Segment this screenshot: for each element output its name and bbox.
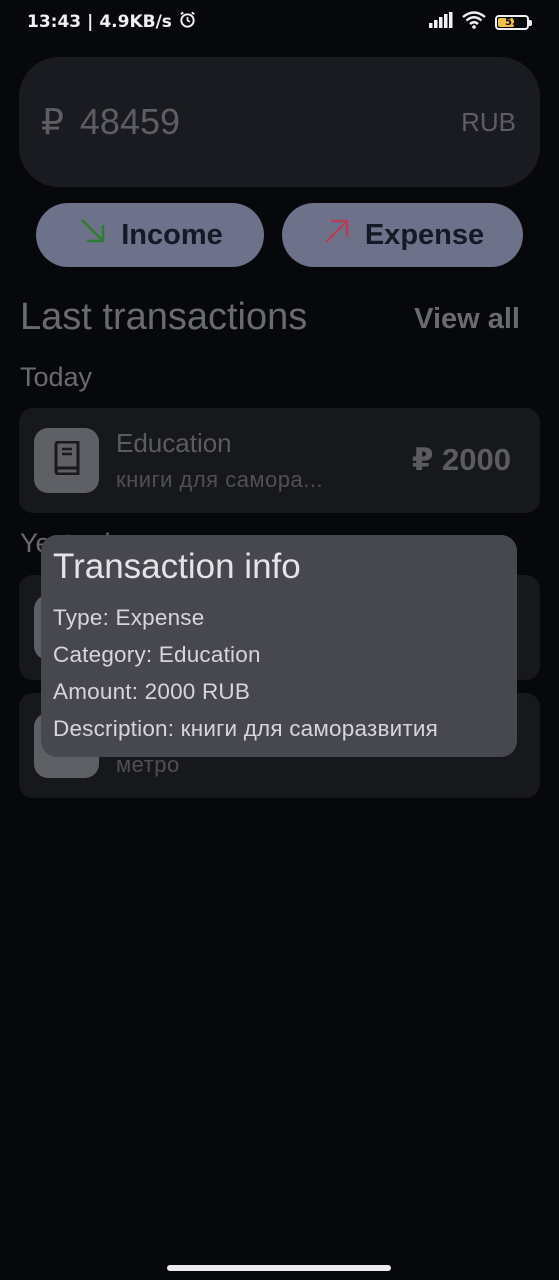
dialog-type: Type: Expense bbox=[53, 605, 205, 630]
dialog-title: Transaction info bbox=[53, 547, 301, 586]
transaction-info-dialog: Transaction info Type: Expense Category:… bbox=[41, 535, 517, 757]
dialog-description: Description: книги для саморазвития bbox=[53, 716, 439, 741]
dialog-category: Category: Education bbox=[53, 642, 261, 667]
home-indicator[interactable] bbox=[167, 1265, 391, 1271]
dialog-amount: Amount: 2000 RUB bbox=[53, 679, 251, 704]
